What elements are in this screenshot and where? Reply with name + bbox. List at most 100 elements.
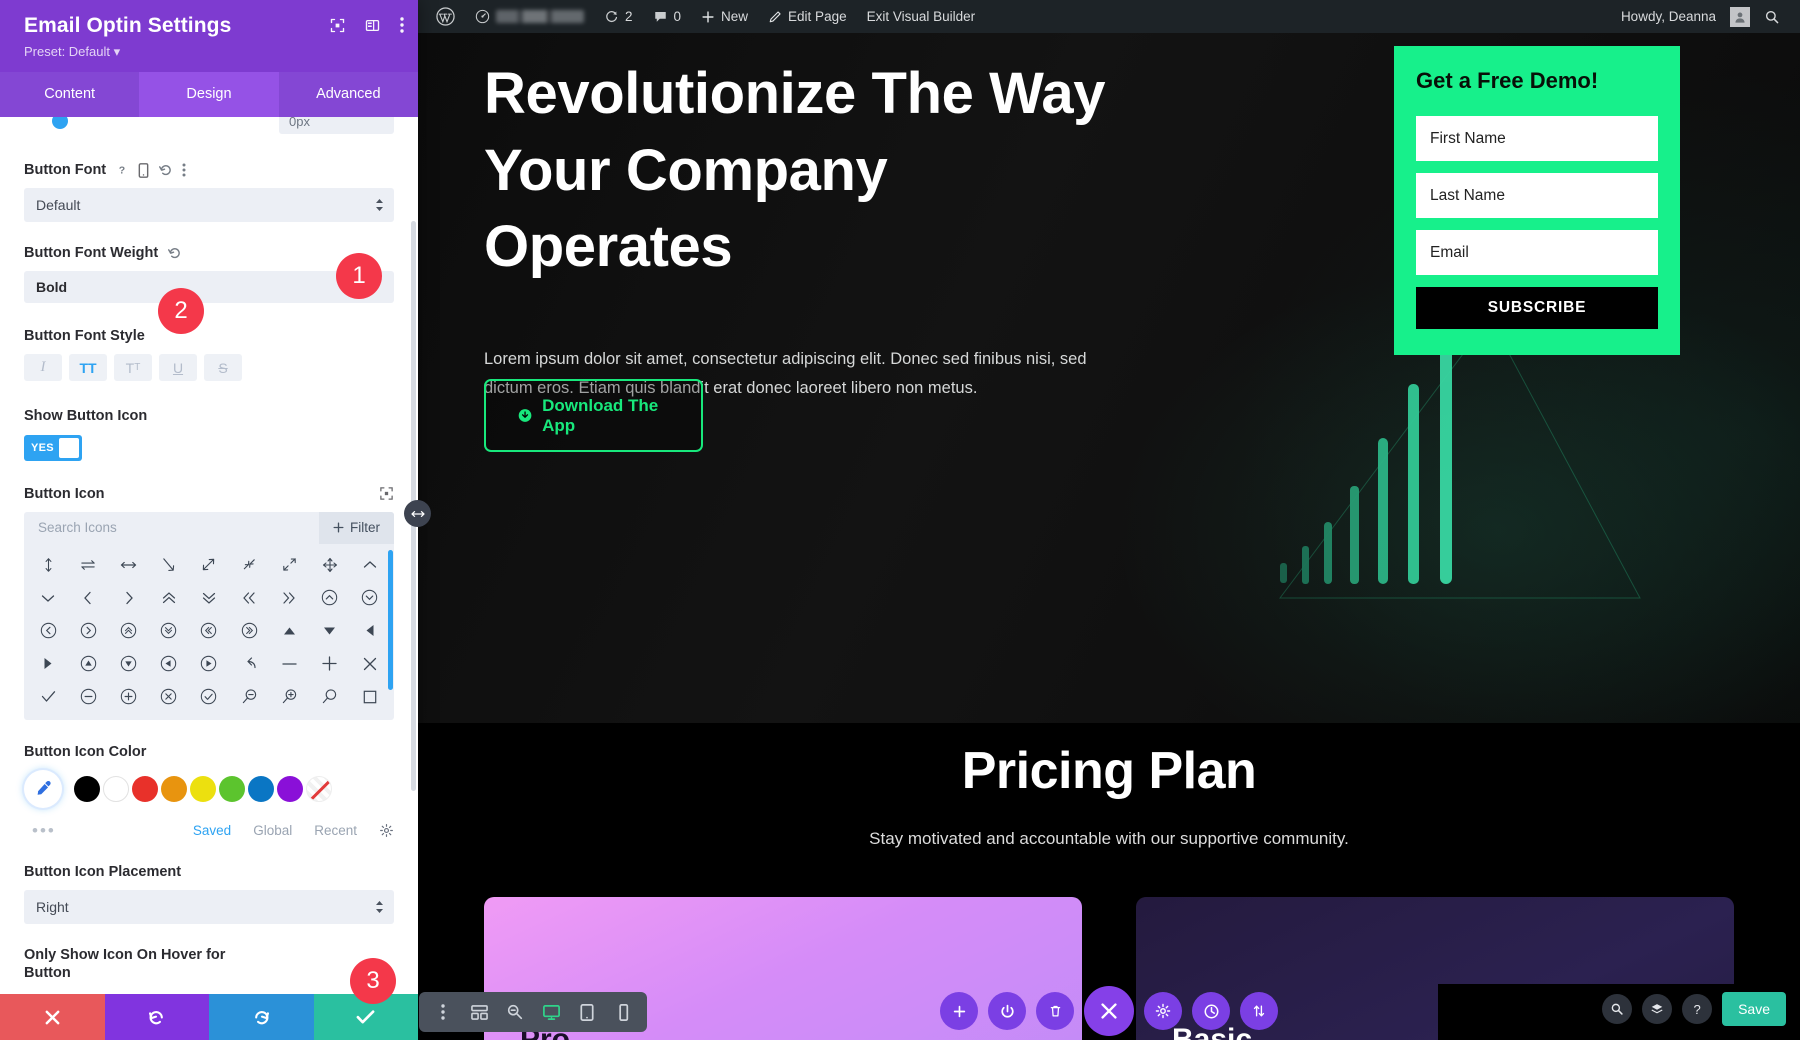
search-icons-input[interactable]: [24, 520, 319, 536]
swatch-blue[interactable]: [248, 775, 274, 802]
trash-button[interactable]: [1036, 992, 1074, 1030]
swatch-orange[interactable]: [161, 775, 187, 802]
phone-view-icon[interactable]: [605, 992, 641, 1032]
help-icon[interactable]: ?: [115, 163, 129, 177]
panel-redo-button[interactable]: [209, 994, 314, 1040]
portability-button[interactable]: [1240, 992, 1278, 1030]
email-optin-module[interactable]: Get a Free Demo! First Name Last Name Em…: [1394, 46, 1680, 355]
tab-content[interactable]: Content: [0, 72, 139, 117]
layers-button[interactable]: [1642, 994, 1673, 1024]
icon-double-chevron-left[interactable]: [229, 583, 269, 613]
new-content-menu[interactable]: New: [691, 9, 758, 24]
swatch-transparent[interactable]: [306, 775, 332, 802]
icon-triangle-left[interactable]: [350, 616, 390, 646]
icon-zoom-in[interactable]: [269, 682, 309, 712]
icon-chevron-left[interactable]: [68, 583, 108, 613]
kebab-menu-icon[interactable]: [182, 163, 186, 177]
icon-arrow-expand-out[interactable]: [269, 550, 309, 580]
desktop-view-icon[interactable]: [533, 992, 569, 1032]
comments-menu[interactable]: 0: [643, 9, 692, 24]
color-tab-global[interactable]: Global: [253, 823, 292, 838]
reset-icon[interactable]: [167, 246, 182, 261]
font-style-uppercase-button[interactable]: TT: [69, 354, 107, 382]
optin-subscribe-button[interactable]: SUBSCRIBE: [1416, 287, 1658, 329]
optin-email-field[interactable]: Email: [1416, 230, 1658, 275]
icon-circle-triangle-left[interactable]: [149, 649, 189, 679]
icon-left-right-exchange[interactable]: [68, 550, 108, 580]
site-name-menu[interactable]: [465, 9, 594, 24]
slider-handle[interactable]: [52, 117, 68, 129]
swatch-red[interactable]: [132, 775, 158, 802]
admin-search-button[interactable]: [1754, 9, 1790, 25]
editing-history-button[interactable]: [1192, 992, 1230, 1030]
icon-left-right-arrow[interactable]: [108, 550, 148, 580]
icon-triangle-up[interactable]: [269, 616, 309, 646]
avatar[interactable]: [1730, 6, 1750, 27]
icon-reply-arrow[interactable]: [229, 649, 269, 679]
edit-page-link[interactable]: Edit Page: [758, 9, 857, 24]
icon-circle-check[interactable]: [189, 682, 229, 712]
icon-plus[interactable]: [310, 649, 350, 679]
fullscreen-icon[interactable]: [379, 486, 394, 501]
add-section-button[interactable]: [940, 992, 978, 1030]
search-button[interactable]: [1602, 994, 1633, 1024]
tab-design[interactable]: Design: [139, 72, 279, 117]
icon-square[interactable]: [350, 682, 390, 712]
save-button[interactable]: Save: [1722, 992, 1786, 1026]
icon-filter-button[interactable]: Filter: [319, 511, 394, 544]
tablet-view-icon[interactable]: [569, 992, 605, 1032]
icon-circle-triangle-down[interactable]: [108, 649, 148, 679]
icon-grid-scrollbar[interactable]: [388, 549, 393, 690]
tab-advanced[interactable]: Advanced: [279, 72, 418, 117]
more-colors-button[interactable]: •••: [32, 821, 56, 841]
panel-resize-handle[interactable]: [404, 500, 431, 527]
icon-circle-double-right[interactable]: [229, 616, 269, 646]
kebab-menu-icon[interactable]: [425, 992, 461, 1032]
icon-circle-minus[interactable]: [68, 682, 108, 712]
icon-circle-triangle-up[interactable]: [68, 649, 108, 679]
icon-arrow-expand-diag[interactable]: [189, 550, 229, 580]
icon-circle-chevron-left[interactable]: [28, 616, 68, 646]
icon-circle-chevron-right[interactable]: [68, 616, 108, 646]
icon-circle-plus[interactable]: [108, 682, 148, 712]
icon-arrow-down-right[interactable]: [149, 550, 189, 580]
font-style-strikethrough-button[interactable]: S: [204, 354, 242, 382]
font-style-smallcaps-button[interactable]: TT: [114, 354, 152, 382]
help-button[interactable]: ?: [1682, 994, 1713, 1024]
icon-search[interactable]: [310, 682, 350, 712]
updates-menu[interactable]: 2: [594, 9, 643, 24]
swatch-white[interactable]: [103, 775, 129, 802]
icon-circle-double-up[interactable]: [108, 616, 148, 646]
button-icon-placement-select[interactable]: Right: [24, 889, 394, 924]
icon-double-chevron-up[interactable]: [149, 583, 189, 613]
layout-icon[interactable]: [365, 18, 380, 33]
optin-last-name-field[interactable]: Last Name: [1416, 173, 1658, 218]
color-tab-saved[interactable]: Saved: [193, 823, 231, 838]
reset-icon[interactable]: [158, 163, 173, 178]
spacing-value-field[interactable]: 0px: [279, 117, 394, 134]
icon-minus[interactable]: [269, 649, 309, 679]
swatch-yellow[interactable]: [190, 775, 216, 802]
icon-move-arrows[interactable]: [310, 550, 350, 580]
icon-arrow-collapse-in[interactable]: [229, 550, 269, 580]
icon-circle-chevron-down[interactable]: [350, 583, 390, 613]
fullscreen-icon[interactable]: [330, 18, 345, 33]
icon-chevron-up[interactable]: [350, 550, 390, 580]
exit-visual-builder-link[interactable]: Exit Visual Builder: [857, 9, 986, 24]
icon-circle-chevron-up[interactable]: [310, 583, 350, 613]
page-settings-button[interactable]: [1144, 992, 1182, 1030]
icon-chevron-right[interactable]: [108, 583, 148, 613]
icon-chevron-down[interactable]: [28, 583, 68, 613]
panel-cancel-button[interactable]: [0, 994, 105, 1040]
responsive-mobile-icon[interactable]: [138, 162, 149, 178]
color-tab-recent[interactable]: Recent: [314, 823, 357, 838]
power-toggle-button[interactable]: [988, 992, 1026, 1030]
font-style-underline-button[interactable]: U: [159, 354, 197, 382]
icon-circle-double-down[interactable]: [149, 616, 189, 646]
swatch-purple[interactable]: [277, 775, 303, 802]
button-font-select[interactable]: Default: [24, 188, 394, 223]
gear-icon[interactable]: [379, 823, 394, 838]
panel-preset-selector[interactable]: Preset: Default ▾: [24, 44, 400, 60]
icon-circle-x[interactable]: [149, 682, 189, 712]
close-toolbar-button[interactable]: [1084, 986, 1134, 1036]
